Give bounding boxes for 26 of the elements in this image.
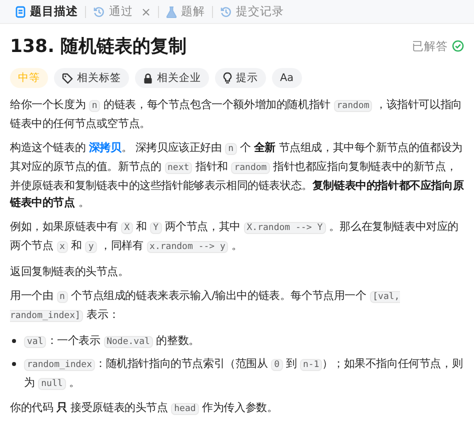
solved-status: 已解答 xyxy=(412,38,448,54)
tab[interactable]: 题目描述 xyxy=(8,0,85,23)
lightbulb-icon xyxy=(223,72,232,84)
paragraph: 返回复制链表的头节点。 xyxy=(10,264,130,280)
list-item: val ：一个表示 Node.val 的整数。 xyxy=(24,332,200,351)
document-icon xyxy=(15,6,26,18)
bullet-icon xyxy=(12,339,16,343)
link[interactable]: 深拷贝 xyxy=(88,141,122,154)
difficulty-badge: 中等 xyxy=(10,68,48,88)
lock-icon xyxy=(143,72,153,84)
history-icon xyxy=(93,6,105,18)
paragraph: 例如，如果原链表中有 X 和 Y 两个节点，其中 X.random --> Y 。那么在复制链表中对应的两个节点 x 和 y ，同样有 x.random --> y 。 xyxy=(10,219,460,255)
list-item: random_index ：随机指针指向的节点索引（范围从 0 到 n-1 ）；如果不指向任何节点，则为 null 。 xyxy=(24,356,464,392)
companies-tag-button[interactable]: 相关企业 xyxy=(135,68,209,88)
font-size-button[interactable]: Aa xyxy=(272,68,302,88)
paragraph: 你的代码 只 接受原链表的头节点 head 作为传入参数。 xyxy=(10,400,279,417)
paragraph: 用一个由 n 个节点组成的链表来表示输入/输出中的链表。每个节点用一个 [val, random_index] 表示： xyxy=(10,288,401,324)
bullet-icon xyxy=(12,362,16,366)
problem-title: 138. 随机链表的复制 xyxy=(10,35,187,58)
history-icon xyxy=(220,6,232,18)
paragraph: 给你一个长度为 n 的链表，每个节点包含一个额外增加的随机指针 random ，该指针可以指向链表中的任何节点或空节点。 xyxy=(10,97,463,132)
tag-icon xyxy=(62,72,73,84)
hint-button[interactable]: 提示 xyxy=(215,68,266,88)
paragraph: 构造这个链表的 深拷贝。 深拷贝应该正好由 n 个 全新 节点组成，其中每个新节点的值都设为其对应的原节点的值。新节点的 next 指针和 random 指针也都应指向复制链表中的新节点，并使原链表和复制链表中的这些指针能够表示相同的链表状态。复制链表中的指针都不应指向原链表中的节点 。 xyxy=(10,140,464,211)
topics-tag-button[interactable]: 相关标签 xyxy=(54,68,129,88)
flask-icon xyxy=(166,6,178,18)
